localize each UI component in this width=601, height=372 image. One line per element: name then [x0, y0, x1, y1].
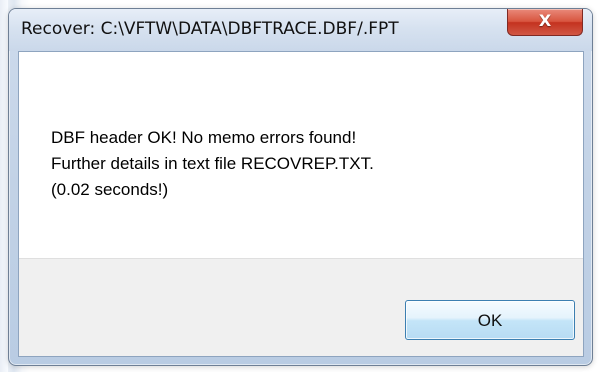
- message-line: DBF header OK! No memo errors found!: [51, 128, 357, 147]
- screen: Recover: C:\VFTW\DATA\DBFTRACE.DBF/.FPT …: [0, 0, 601, 372]
- recover-dialog: Recover: C:\VFTW\DATA\DBFTRACE.DBF/.FPT …: [8, 8, 593, 366]
- dialog-title-bar: Recover: C:\VFTW\DATA\DBFTRACE.DBF/.FPT …: [9, 9, 592, 51]
- dialog-message: DBF header OK! No memo errors found! Fur…: [51, 125, 551, 210]
- close-button[interactable]: X: [507, 9, 583, 36]
- background-edge: [0, 0, 8, 372]
- message-line: (0.02 seconds!): [51, 180, 169, 199]
- dialog-button-area: OK: [19, 258, 583, 356]
- close-icon: X: [538, 11, 552, 30]
- message-line: Further details in text file RECOVREP.TX…: [51, 154, 374, 173]
- dialog-content: DBF header OK! No memo errors found! Fur…: [18, 51, 584, 357]
- dialog-title: Recover: C:\VFTW\DATA\DBFTRACE.DBF/.FPT: [21, 19, 399, 39]
- ok-button[interactable]: OK: [405, 300, 575, 340]
